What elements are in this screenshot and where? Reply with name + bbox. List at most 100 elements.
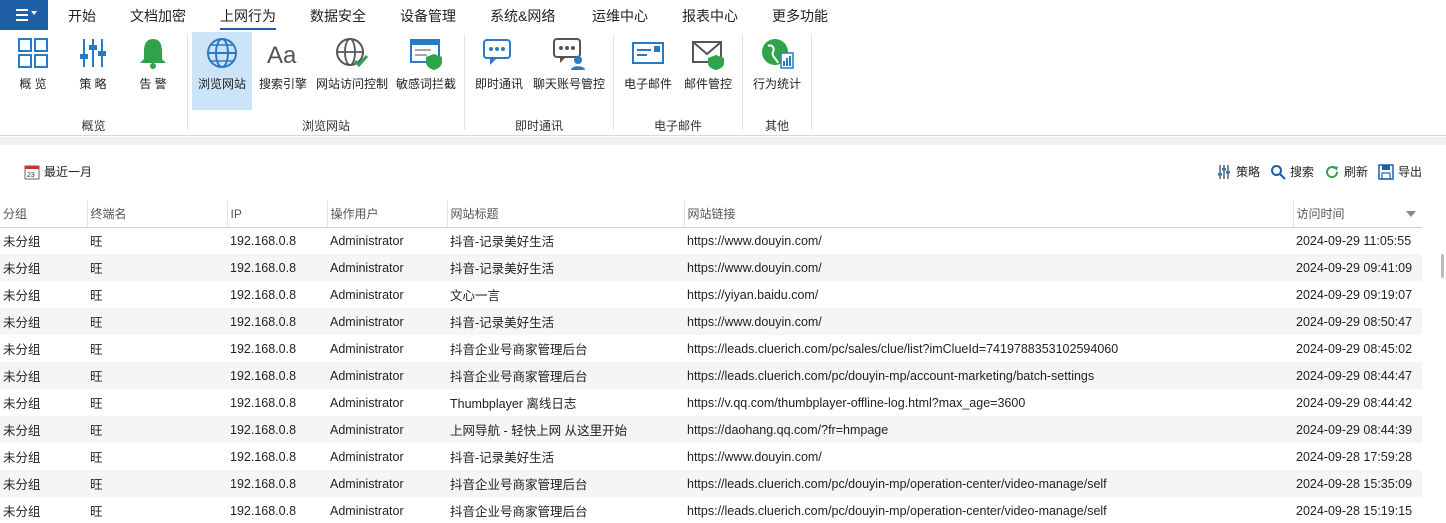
cell-user: Administrator xyxy=(327,470,447,497)
ribbon-site-access-control-button[interactable]: 网站访问控制 xyxy=(314,32,390,110)
menu-data-security[interactable]: 数据安全 xyxy=(310,6,366,26)
table-row[interactable]: 未分组旺 192.168.0.8 Administrator 抖音-记录美好生活 htt… xyxy=(0,308,1422,335)
cell-site-title: 抖音-记录美好生活 xyxy=(447,308,684,335)
cell-terminal: 旺 xyxy=(90,343,103,357)
cell-user: Administrator xyxy=(327,308,447,335)
cell-site-url: https://www.douyin.com/ xyxy=(687,449,822,464)
menu-doc-encryption[interactable]: 文档加密 xyxy=(130,6,186,26)
table-row[interactable]: 未分组旺 192.168.0.8 Administrator 抖音企业号商家管理后台 h… xyxy=(0,497,1422,523)
sensitive-word-block-icon xyxy=(410,39,442,70)
cell-ip: 192.168.0.8 xyxy=(230,395,297,410)
cell-terminal: 旺 xyxy=(90,397,103,411)
cell-terminal: 旺 xyxy=(87,470,227,497)
date-range-button[interactable]: 23 最近一月 xyxy=(24,163,92,180)
table-row[interactable]: 未分组旺 192.168.0.8 Administrator 抖音-记录美好生活 htt… xyxy=(0,227,1422,254)
menu-start[interactable]: 开始 xyxy=(68,6,96,26)
cell-group: 未分组 xyxy=(3,505,41,519)
ribbon-button-label: 搜索引擎 xyxy=(258,77,307,91)
ribbon-policy-button[interactable]: 策 略 xyxy=(68,32,118,110)
cell-site-title: 抖音企业号商家管理后台 xyxy=(447,362,684,389)
cell-visit-time: 2024-09-29 08:45:02 xyxy=(1296,341,1413,356)
ribbon-search-engine-button[interactable]: Aa 搜索引擎 xyxy=(256,32,310,110)
table-row[interactable]: 未分组 旺 192.168.0.8 Administrator 文心一言 https://… xyxy=(0,281,1422,308)
menu-system-network[interactable]: 系统&网络 xyxy=(490,6,555,26)
table-row[interactable]: 未分组旺 192.168.0.8 Administrator 抖音企业号商家管理后台 h… xyxy=(0,362,1422,389)
export-label: 导出 xyxy=(1398,165,1423,179)
column-header-site-title[interactable]: 网站标题 xyxy=(447,201,685,228)
column-header-visit-time[interactable]: 访问时间 xyxy=(1293,201,1422,228)
ribbon-button-label: 即时通讯 xyxy=(474,77,523,91)
ribbon-instant-messaging-button[interactable]: 即时通讯 xyxy=(472,32,526,110)
ribbon-alarm-button[interactable]: 告 警 xyxy=(128,32,178,110)
refresh-button[interactable]: 刷新 xyxy=(1324,163,1368,180)
table-row[interactable]: 未分组旺 192.168.0.8 Administrator 抖音企业号商家管理后台 h… xyxy=(0,470,1422,497)
vertical-scrollbar[interactable] xyxy=(1438,232,1446,523)
menu-more-features[interactable]: 更多功能 xyxy=(772,6,828,26)
cell-user: Administrator xyxy=(327,362,447,389)
refresh-label: 刷新 xyxy=(1344,165,1369,179)
app-menu-button[interactable] xyxy=(0,0,48,30)
policy-button[interactable]: 策略 xyxy=(1216,163,1260,180)
cell-terminal: 旺 xyxy=(87,254,227,281)
ribbon-sensitive-word-button[interactable]: 敏感词拦截 xyxy=(394,32,458,110)
cell-site-title: 上网导航 - 轻快上网 从这里开始 xyxy=(447,416,684,443)
cell-visit-time: 2024-09-28 15:35:09 xyxy=(1293,470,1422,497)
cell-terminal: 旺 xyxy=(90,289,103,303)
search-button[interactable]: 搜索 xyxy=(1270,163,1314,180)
chat-account-icon xyxy=(553,38,585,70)
behavior-stats-icon xyxy=(762,39,794,69)
table-row[interactable]: 未分组旺 192.168.0.8 Administrator 上网导航 - 轻快上网 … xyxy=(0,416,1422,443)
menu-web-behavior[interactable]: 上网行为 xyxy=(220,6,276,30)
ribbon-browse-websites-button[interactable]: 浏览网站 xyxy=(192,32,252,110)
export-button[interactable]: 导出 xyxy=(1378,163,1422,180)
cell-user: Administrator xyxy=(330,395,404,410)
menu-ops-center[interactable]: 运维中心 xyxy=(592,6,648,26)
column-header-group[interactable]: 分组 xyxy=(0,201,88,228)
records-table: 分组 终端名 IP 操作用户 网站标题 网站链接 访问时间 未分组旺 192.16… xyxy=(0,201,1422,523)
cell-terminal: 旺 xyxy=(87,416,227,443)
group-label-overview: 概览 xyxy=(81,119,106,133)
ribbon-overview-button[interactable]: 概 览 xyxy=(8,32,58,110)
caret-down-icon xyxy=(31,11,37,15)
cell-ip: 192.168.0.8 xyxy=(227,416,327,443)
menu-device-management[interactable]: 设备管理 xyxy=(400,6,456,26)
section-gap xyxy=(0,137,1446,145)
cell-visit-time: 2024-09-29 08:44:39 xyxy=(1293,416,1422,443)
ribbon-behavior-stats-button[interactable]: 行为统计 xyxy=(748,32,806,110)
ribbon-button-label: 敏感词拦截 xyxy=(395,77,456,91)
export-icon xyxy=(1378,163,1394,180)
cell-ip: 192.168.0.8 xyxy=(230,503,297,518)
column-header-terminal[interactable]: 终端名 xyxy=(87,201,228,228)
column-header-ip[interactable]: IP xyxy=(227,201,328,228)
cell-site-url: https://yiyan.baidu.com/ xyxy=(687,287,819,302)
cell-ip: 192.168.0.8 xyxy=(230,341,297,356)
group-label-browse: 浏览网站 xyxy=(301,119,350,133)
cell-user: Administrator xyxy=(330,449,404,464)
ribbon-button-label: 网站访问控制 xyxy=(315,77,388,91)
scrollbar-thumb[interactable] xyxy=(1441,254,1444,278)
column-header-site-url[interactable]: 网站链接 xyxy=(684,201,1294,228)
group-label-im: 即时通讯 xyxy=(514,119,563,133)
policy-sliders-icon xyxy=(80,39,106,67)
table-row[interactable]: 未分组旺 192.168.0.8 Administrator 抖音-记录美好生活 htt… xyxy=(0,443,1422,470)
cell-ip: 192.168.0.8 xyxy=(227,308,327,335)
table-row[interactable]: 未分组旺 192.168.0.8 Administrator 抖音-记录美好生活 htt… xyxy=(0,254,1422,281)
cell-user: Administrator xyxy=(327,254,447,281)
table-row[interactable]: 未分组旺 192.168.0.8 Administrator 抖音企业号商家管理后台 h… xyxy=(0,335,1422,362)
cell-site-title: 抖音企业号商家管理后台 xyxy=(450,343,588,357)
group-separator xyxy=(811,34,812,130)
cell-user: Administrator xyxy=(330,287,404,302)
refresh-icon xyxy=(1326,165,1339,178)
menu-report-center[interactable]: 报表中心 xyxy=(682,6,738,26)
cell-group: 未分组 xyxy=(3,451,41,465)
cell-terminal: 旺 xyxy=(87,308,227,335)
table-row[interactable]: 未分组 旺 192.168.0.8 Administrator Thumbplayer … xyxy=(0,389,1422,416)
ribbon-button-label: 策 略 xyxy=(79,77,107,91)
cell-site-url: https://leads.cluerich.com/pc/douyin-mp/… xyxy=(687,503,1107,518)
cell-ip: 192.168.0.8 xyxy=(230,233,297,248)
cell-group: 未分组 xyxy=(3,289,41,303)
ribbon-email-button[interactable]: 电子邮件 xyxy=(620,32,676,110)
ribbon-email-control-button[interactable]: 邮件管控 xyxy=(680,32,736,110)
column-header-user[interactable]: 操作用户 xyxy=(327,201,448,228)
ribbon-chat-account-control-button[interactable]: 聊天账号管控 xyxy=(530,32,608,110)
